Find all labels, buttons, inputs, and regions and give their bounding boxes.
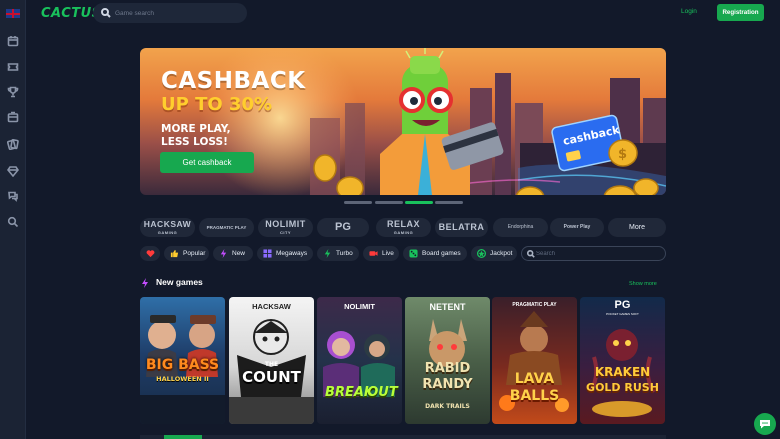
cards-icon[interactable]	[6, 137, 19, 151]
slider-dots	[344, 201, 464, 204]
section-title: New games	[156, 277, 203, 287]
provider-pragmatic[interactable]: PRAGMATIC PLAY	[199, 218, 254, 237]
game-tagline: DARK TRAILS	[425, 403, 470, 410]
provider-sublabel: GAMING	[157, 230, 178, 235]
search-icon[interactable]	[7, 215, 19, 228]
game-card-breakout[interactable]: NOLIMIT BREAK OUT	[317, 297, 402, 424]
provider-label: PG	[335, 221, 351, 233]
provider-hacksaw[interactable]: HACKSAW GAMING	[140, 218, 195, 237]
chat-icon	[760, 420, 770, 429]
next-section-edge	[140, 435, 666, 439]
get-cashback-button[interactable]: Get cashback	[160, 152, 254, 173]
category-label: Popular	[183, 250, 206, 257]
category-live[interactable]: Live	[363, 246, 399, 261]
category-jackpot[interactable]: Jackpot	[471, 246, 517, 261]
slider-dot[interactable]	[375, 201, 403, 204]
ticket-icon[interactable]	[7, 60, 19, 72]
game-card-the-count[interactable]: HACKSAW THE COUNT	[229, 297, 314, 424]
lightning-icon	[142, 278, 148, 288]
top-header: CACTUS Login Registration	[26, 0, 780, 26]
game-search[interactable]	[93, 3, 247, 23]
heart-icon	[146, 250, 155, 258]
category-label: Megaways	[276, 250, 308, 257]
flag-icon[interactable]	[6, 9, 20, 18]
slider-dot[interactable]	[344, 201, 372, 204]
promo-banner[interactable]: cashback $ CASHBACK UP TO 30% MORE PLAY,…	[140, 48, 666, 195]
category-new[interactable]: New	[213, 246, 253, 261]
provider-belatra[interactable]: BELATRA	[435, 218, 488, 237]
trophy-icon[interactable]	[7, 85, 19, 98]
game-title: KRAKEN	[594, 365, 651, 379]
game-art	[499, 311, 569, 412]
game-search-input[interactable]	[115, 6, 243, 20]
game-subtitle: GOLD RUSH	[586, 381, 659, 394]
game-title: THE	[264, 361, 279, 368]
game-card-kraken-gold-rush[interactable]: PG POCKET GAMES SOFT KRAKEN GOLD RUSH	[580, 297, 665, 424]
provider-relax[interactable]: RELAX GAMING	[376, 218, 431, 237]
game-title: BIG BASS	[145, 357, 220, 373]
support-chat-button[interactable]	[754, 413, 776, 435]
category-search-input[interactable]	[536, 248, 661, 259]
game-card-big-bass-halloween[interactable]: BIG BASS HALLOWEEN II	[140, 297, 225, 424]
provider-label: PRAGMATIC PLAY	[206, 225, 247, 230]
game-title: LAVA	[514, 371, 555, 387]
slider-dot-active[interactable]	[405, 201, 433, 204]
chat-bubbles-icon[interactable]	[7, 189, 19, 202]
favorites-chip[interactable]	[140, 246, 160, 261]
svg-text:$: $	[618, 147, 627, 162]
provider-sublabel: GAMING	[393, 230, 414, 235]
provider-sublabel: CITY	[279, 230, 292, 235]
show-more-link[interactable]: Show more	[629, 281, 657, 287]
game-art	[588, 329, 656, 417]
game-subtitle: HALLOWEEN II	[156, 375, 209, 383]
game-subtitle: BALLS	[509, 388, 560, 404]
provider-label: Endorphina	[507, 224, 534, 230]
provider-label: BELATRA	[438, 222, 485, 232]
category-label: Turbo	[336, 250, 353, 257]
category-board-games[interactable]: Board games	[403, 246, 467, 261]
box-icon[interactable]	[7, 110, 19, 123]
category-search[interactable]	[521, 246, 666, 261]
category-popular[interactable]: Popular	[164, 246, 209, 261]
provider-pg[interactable]: PG	[317, 218, 369, 237]
banner-subtitle: UP TO 30%	[161, 94, 273, 115]
category-turbo[interactable]: Turbo	[317, 246, 359, 261]
slider-dot[interactable]	[435, 201, 463, 204]
more-providers-button[interactable]: More	[608, 218, 666, 237]
provider-nolimit[interactable]: NOLIMIT CITY	[258, 218, 313, 237]
grid-icon	[263, 249, 272, 258]
category-label: Board games	[422, 250, 461, 257]
game-subtitle: COUNT	[242, 368, 301, 386]
camera-icon	[369, 251, 378, 256]
banner-line-2: LESS LOSS!	[161, 136, 228, 148]
game-art	[323, 331, 395, 397]
game-card-rabid-randy[interactable]: NETENT RABID RANDY DARK TRAILS	[405, 297, 490, 424]
category-label: New	[232, 250, 246, 257]
category-label: Live	[382, 250, 394, 257]
banner-title: CASHBACK	[161, 68, 306, 94]
category-label: Jackpot	[490, 250, 513, 257]
category-megaways[interactable]: Megaways	[257, 246, 313, 261]
provider-label: Power Play	[563, 224, 591, 230]
more-label: More	[629, 224, 645, 231]
game-title: RABID	[424, 361, 471, 376]
left-sidebar	[0, 0, 26, 439]
dice-icon	[409, 249, 418, 258]
diamond-icon[interactable]	[7, 164, 19, 178]
calendar-icon[interactable]	[7, 34, 19, 47]
banner-line-1: MORE PLAY,	[161, 123, 231, 135]
lightning-icon	[220, 249, 227, 258]
provider-power-play[interactable]: Power Play	[550, 218, 604, 237]
game-card-lava-balls[interactable]: PRAGMATIC PLAY LAVA BALLS	[492, 297, 577, 424]
provider-endorphina[interactable]: Endorphina	[493, 218, 548, 237]
login-link[interactable]: Login	[681, 8, 697, 15]
thumbs-up-icon	[170, 249, 179, 258]
lightning-icon	[324, 249, 331, 258]
search-icon	[527, 250, 535, 258]
search-icon	[101, 8, 111, 18]
jackpot-icon	[477, 249, 486, 258]
game-subtitle: OUT	[367, 385, 398, 400]
registration-button[interactable]: Registration	[717, 4, 764, 21]
game-subtitle: RANDY	[422, 377, 473, 392]
